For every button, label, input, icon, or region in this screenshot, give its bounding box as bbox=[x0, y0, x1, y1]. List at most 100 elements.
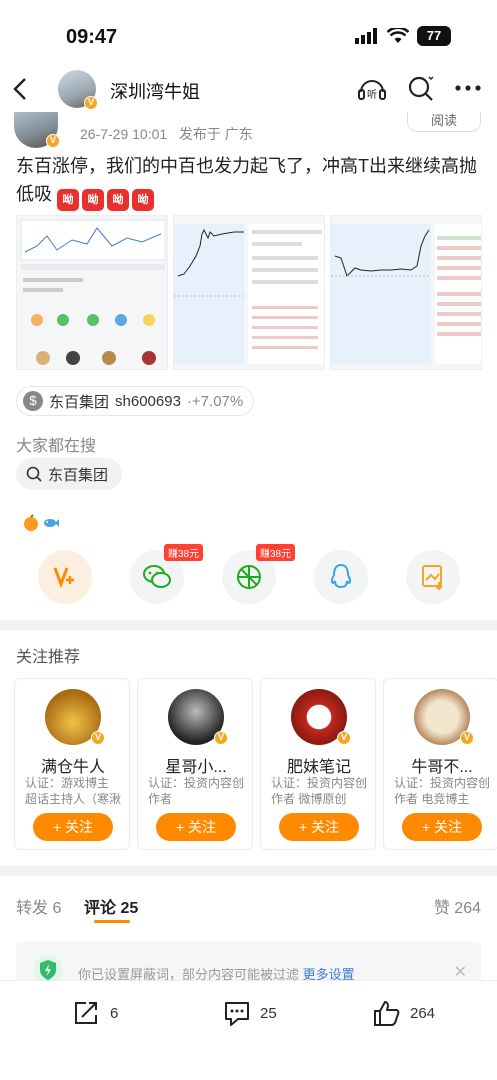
search-icon[interactable] bbox=[407, 74, 435, 102]
recommend-card[interactable]: V 星哥小... 认证：投资内容创作者 + 关注 bbox=[137, 678, 253, 850]
back-icon[interactable] bbox=[12, 76, 28, 102]
avatar[interactable]: V bbox=[45, 689, 105, 745]
tab-comment[interactable]: 评论 25 bbox=[84, 894, 138, 918]
stock-code: sh600693 bbox=[115, 392, 181, 410]
section-divider bbox=[0, 866, 497, 876]
qq-icon bbox=[330, 563, 352, 589]
post-image-2[interactable] bbox=[173, 215, 325, 370]
author-avatar[interactable]: V bbox=[14, 108, 60, 148]
comment-button[interactable]: 25 bbox=[222, 999, 277, 1027]
post-image-1[interactable] bbox=[16, 215, 168, 370]
battery-indicator: 77 bbox=[417, 26, 451, 46]
comment-tabs: 转发 6 评论 25 赞 264 bbox=[16, 894, 481, 924]
emoji-sticker-icon: 呦 bbox=[132, 189, 155, 211]
wifi-icon bbox=[387, 28, 409, 43]
share-moments-button[interactable]: 赚38元 bbox=[222, 544, 296, 604]
post-text: 东百涨停，我们的中百也发力起飞了，冲高T出来继续高抛低吸 呦呦呦呦 bbox=[16, 152, 486, 211]
more-icon[interactable] bbox=[455, 84, 481, 92]
verified-badge-icon: V bbox=[91, 731, 105, 745]
like-count: 264 bbox=[410, 1004, 436, 1022]
emoji-sticker-icon: 呦 bbox=[82, 189, 105, 211]
comment-count: 25 bbox=[260, 1004, 277, 1022]
svg-text:听: 听 bbox=[367, 89, 377, 101]
read-count-button[interactable]: 阅读 bbox=[407, 112, 481, 132]
like-button[interactable]: 264 bbox=[372, 999, 435, 1027]
search-section-title: 大家都在搜 bbox=[16, 438, 97, 455]
stock-change: ·+7.07% bbox=[186, 392, 244, 410]
status-icons: 77 bbox=[355, 26, 451, 46]
share-row: 赚38元 赚38元 bbox=[38, 544, 460, 604]
listen-icon[interactable]: 听 bbox=[357, 74, 387, 102]
verified-badge-icon: V bbox=[460, 731, 474, 745]
verified-badge-icon: V bbox=[84, 96, 98, 110]
signal-icon bbox=[355, 28, 377, 44]
avatar[interactable]: V bbox=[291, 689, 351, 745]
share-vplus-button[interactable] bbox=[38, 550, 92, 604]
recommend-card[interactable]: V 满仓牛人 认证：游戏博主 超话主持人（寒湫超... + 关注 bbox=[14, 678, 130, 850]
nav-actions: 听 bbox=[357, 74, 481, 102]
thumbs-up-icon bbox=[374, 1001, 400, 1026]
recommend-name: 牛哥不... bbox=[411, 759, 473, 776]
repost-button[interactable]: 6 bbox=[72, 999, 118, 1027]
stock-name: 东百集团 bbox=[49, 393, 110, 411]
stock-chart-thumbnail bbox=[174, 224, 324, 364]
recommend-name: 肥妹笔记 bbox=[286, 759, 351, 776]
orange-emoji-icon bbox=[24, 514, 38, 531]
emoji-group: 呦呦呦呦 bbox=[57, 184, 157, 211]
recommend-list: V 满仓牛人 认证：游戏博主 超话主持人（寒湫超... + 关注 V 星哥小..… bbox=[14, 678, 497, 850]
recommend-card[interactable]: V 牛哥不... 认证：投资内容创作者 电竞博主 + 关注 bbox=[383, 678, 497, 850]
fish-emoji-icon bbox=[44, 519, 59, 527]
recommend-desc: 认证：投资内容创作者 微博原创视... bbox=[271, 776, 367, 806]
follow-button[interactable]: + 关注 bbox=[156, 813, 236, 841]
share-wechat-button[interactable]: 赚38元 bbox=[130, 544, 204, 604]
reactions[interactable] bbox=[22, 514, 60, 532]
avatar[interactable]: V bbox=[58, 70, 98, 110]
earn-badge: 赚38元 bbox=[256, 544, 296, 561]
share-qq-button[interactable] bbox=[314, 550, 368, 604]
status-bar: 09:47 77 bbox=[0, 0, 497, 70]
recommend-name: 星哥小... bbox=[165, 759, 227, 776]
repost-icon bbox=[75, 1002, 97, 1024]
follow-button[interactable]: + 关注 bbox=[402, 813, 482, 841]
download-image-icon bbox=[422, 565, 443, 590]
save-image-button[interactable] bbox=[406, 550, 460, 604]
avatar[interactable]: V bbox=[414, 689, 474, 745]
dollar-icon: $ bbox=[23, 391, 43, 411]
recommend-name: 满仓牛人 bbox=[40, 759, 105, 776]
vplus-icon bbox=[53, 567, 74, 589]
follow-button[interactable]: + 关注 bbox=[279, 813, 359, 841]
search-icon bbox=[26, 466, 42, 482]
active-tab-indicator bbox=[94, 920, 130, 923]
avatar[interactable]: V bbox=[168, 689, 228, 745]
comment-icon bbox=[225, 1002, 249, 1026]
verified-badge-icon: V bbox=[214, 731, 228, 745]
stock-chart-thumbnail bbox=[331, 224, 481, 364]
post-time: 26-7-29 10:01 bbox=[80, 126, 168, 142]
moments-icon bbox=[237, 565, 261, 589]
repost-count: 6 bbox=[110, 1004, 119, 1022]
follow-button[interactable]: + 关注 bbox=[33, 813, 113, 841]
tab-repost[interactable]: 转发 6 bbox=[16, 894, 61, 918]
stock-tag[interactable]: $ 东百集团 sh600693 ·+7.07% bbox=[16, 386, 255, 416]
close-icon[interactable]: ✕ bbox=[454, 962, 467, 982]
post-location: 发布于 广东 bbox=[178, 126, 253, 142]
post-header: V 26-7-29 10:01 发布于 广东 阅读 bbox=[0, 108, 497, 148]
screenshot-thumbnail bbox=[20, 219, 166, 365]
recommend-desc: 认证：投资内容创作者 bbox=[148, 776, 244, 806]
recommend-desc: 认证：投资内容创作者 电竞博主 bbox=[394, 776, 490, 806]
search-chip[interactable]: 东百集团 bbox=[16, 458, 123, 490]
nav-bar: V 深圳湾牛姐 听 bbox=[0, 70, 497, 112]
recommend-card[interactable]: V 肥妹笔记 认证：投资内容创作者 微博原创视... + 关注 bbox=[260, 678, 376, 850]
page-title[interactable]: 深圳湾牛姐 bbox=[110, 78, 200, 104]
post-meta: 26-7-29 10:01 发布于 广东 bbox=[80, 124, 253, 144]
wechat-icon bbox=[143, 565, 171, 588]
post-images bbox=[16, 215, 482, 370]
emoji-sticker-icon: 呦 bbox=[57, 189, 80, 211]
post-image-3[interactable] bbox=[330, 215, 482, 370]
earn-badge: 赚38元 bbox=[164, 544, 204, 561]
verified-badge-icon: V bbox=[46, 134, 60, 148]
tab-likes[interactable]: 赞 264 bbox=[434, 894, 481, 918]
status-time: 09:47 bbox=[66, 26, 118, 48]
bottom-action-bar: 6 25 264 bbox=[0, 980, 497, 1080]
recommend-desc: 认证：游戏博主 超话主持人（寒湫超... bbox=[25, 776, 121, 806]
